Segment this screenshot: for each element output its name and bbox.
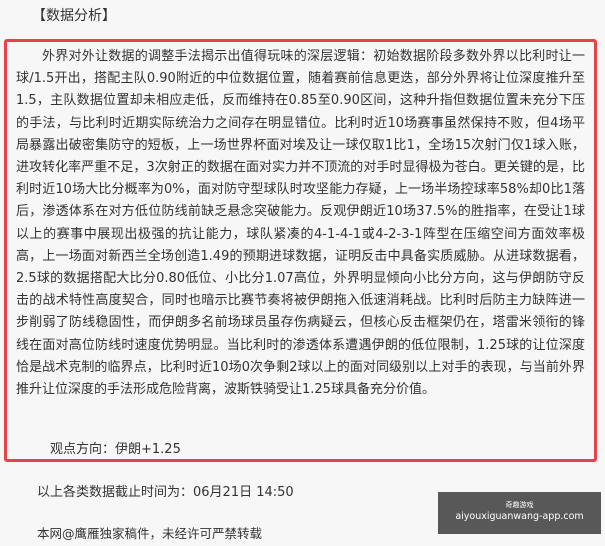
analysis-paragraph: 外界对外让数据的调整手法揭示出值得玩味的深层逻辑：初始数据阶段多数外界以比利时让… [16,49,585,398]
view-direction-label: 观点方向：伊朗+1.25 [50,442,181,457]
copyright-notice: 本网@鹰雁独家稿件，未经许可严禁转载 [37,526,263,541]
watermark-site: aiyouxiguanwang-app.com [455,511,584,522]
watermark-title: 奇趣游戏 [505,501,534,509]
site-watermark: 奇趣游戏 aiyouxiguanwang-app.com [438,492,601,534]
article-page: 【数据分析】 外界对外让数据的调整手法揭示出值得玩味的深层逻辑：初始数据阶段多数… [0,0,605,546]
section-title: 【数据分析】 [32,8,116,24]
data-cutoff-time: 以上各类数据截止时间为：06月21日 14:50 [37,485,294,500]
analysis-highlight-box: 外界对外让数据的调整手法揭示出值得玩味的深层逻辑：初始数据阶段多数外界以比利时让… [4,39,597,462]
